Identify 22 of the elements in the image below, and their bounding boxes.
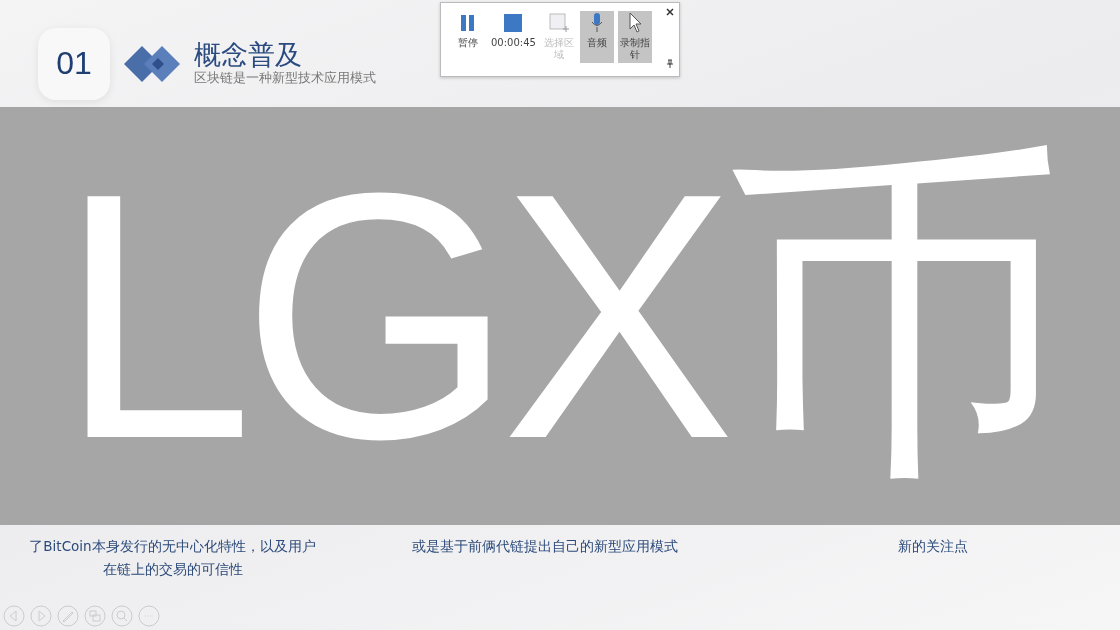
- previous-icon[interactable]: [3, 605, 25, 627]
- region-icon: [548, 13, 569, 33]
- slide-subtitle: 区块链是一种新型技术应用模式: [194, 69, 376, 88]
- close-icon[interactable]: [665, 7, 675, 17]
- slide-title: 概念普及: [194, 39, 303, 70]
- more-icon[interactable]: [138, 605, 160, 627]
- toolbar-button[interactable]: 录制指针: [617, 11, 652, 63]
- number-badge: 01: [38, 27, 110, 100]
- body-paragraph: 或是基于前俩代链提出自己的新型应用模式: [411, 537, 679, 556]
- diamonds-icon: [124, 45, 180, 82]
- stop-icon: [503, 13, 524, 33]
- toolbar-button[interactable]: 音频: [579, 11, 614, 63]
- zoom-icon[interactable]: [111, 605, 133, 627]
- body-paragraph: 了BitCoin本身发行的无中心化特性，以及用户在链上的交易的可信性: [28, 537, 317, 579]
- next-icon[interactable]: [30, 605, 52, 627]
- body-paragraph: 新的关注点: [896, 537, 969, 556]
- pin-icon[interactable]: [665, 59, 675, 69]
- toolbar-button[interactable]: 暂停: [451, 11, 485, 63]
- banner-text: LGX币: [58, 141, 1062, 491]
- pen-icon[interactable]: [57, 605, 79, 627]
- slides-icon[interactable]: [84, 605, 106, 627]
- toolbar-button[interactable]: 00:00:45: [489, 11, 538, 63]
